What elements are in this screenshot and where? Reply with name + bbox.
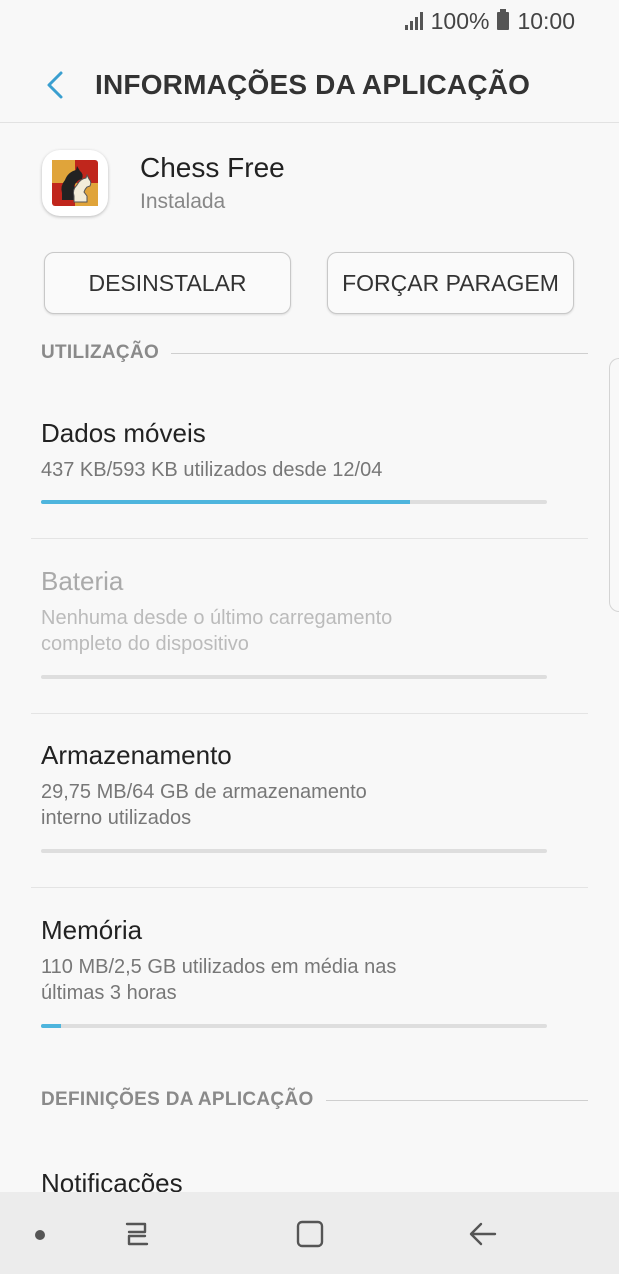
uninstall-button[interactable]: DESINSTALAR bbox=[44, 252, 291, 314]
memory-title: Memória bbox=[41, 915, 143, 945]
storage-summary: 29,75 MB/64 GB de armazenamento interno … bbox=[41, 779, 547, 831]
app-header: Chess Free Instalada bbox=[42, 148, 619, 218]
battery-summary: Nenhuma desde o último carregamento comp… bbox=[41, 605, 547, 657]
storage-progress-bar bbox=[41, 849, 547, 853]
back-nav-button[interactable] bbox=[463, 1214, 503, 1254]
nav-hide-dot-icon[interactable] bbox=[35, 1230, 45, 1240]
app-settings-section-header: DEFINIÇÕES DA APLICAÇÃO bbox=[41, 1089, 588, 1111]
home-button[interactable] bbox=[290, 1214, 330, 1254]
memory-progress-bar bbox=[41, 1024, 547, 1028]
recent-apps-icon bbox=[125, 1222, 149, 1246]
storage-title: Armazenamento bbox=[41, 740, 232, 770]
force-stop-button[interactable]: FORÇAR PARAGEM bbox=[327, 252, 574, 314]
storage-item[interactable]: Armazenamento 29,75 MB/64 GB de armazena… bbox=[41, 740, 547, 831]
divider bbox=[31, 713, 588, 714]
divider bbox=[31, 887, 588, 888]
signal-icon bbox=[404, 12, 423, 30]
app-install-status: Instalada bbox=[140, 190, 226, 213]
storage-summary-line-1: 29,75 MB/64 GB de armazenamento bbox=[41, 781, 367, 803]
divider bbox=[31, 538, 588, 539]
scroll-indicator[interactable] bbox=[609, 358, 619, 612]
usage-section-label: UTILIZAÇÃO bbox=[41, 342, 160, 363]
app-bar: INFORMAÇÕES DA APLICAÇÃO bbox=[0, 48, 619, 123]
recent-apps-button[interactable] bbox=[117, 1214, 157, 1254]
back-arrow-icon bbox=[469, 1222, 497, 1246]
chevron-left-icon bbox=[47, 71, 63, 99]
mobile-data-progress-bar bbox=[41, 500, 547, 504]
storage-summary-line-2: interno utilizados bbox=[41, 807, 192, 829]
mobile-data-progress-fill bbox=[41, 500, 411, 504]
app-settings-section-label: DEFINIÇÕES DA APLICAÇÃO bbox=[41, 1089, 314, 1110]
app-name: Chess Free bbox=[140, 152, 285, 183]
clock: 10:00 bbox=[517, 7, 575, 34]
memory-progress-fill bbox=[41, 1024, 62, 1028]
memory-item[interactable]: Memória 110 MB/2,5 GB utilizados em médi… bbox=[41, 915, 547, 1006]
usage-section-header: UTILIZAÇÃO bbox=[41, 342, 588, 364]
battery-summary-line-1: Nenhuma desde o último carregamento bbox=[41, 607, 393, 629]
battery-progress-bar bbox=[41, 675, 547, 679]
back-button[interactable] bbox=[25, 55, 85, 115]
chess-app-icon bbox=[42, 150, 108, 216]
mobile-data-title: Dados móveis bbox=[41, 418, 206, 448]
section-divider-line bbox=[171, 352, 588, 354]
memory-summary: 110 MB/2,5 GB utilizados em média nas úl… bbox=[41, 954, 547, 1006]
page-title: INFORMAÇÕES DA APLICAÇÃO bbox=[95, 69, 531, 100]
battery-icon bbox=[497, 9, 510, 30]
home-icon bbox=[296, 1220, 324, 1248]
memory-summary-line-1: 110 MB/2,5 GB utilizados em média nas bbox=[41, 956, 397, 978]
mobile-data-summary: 437 KB/593 KB utilizados desde 12/04 bbox=[41, 459, 383, 481]
memory-summary-line-2: últimas 3 horas bbox=[41, 982, 177, 1004]
mobile-data-item[interactable]: Dados móveis 437 KB/593 KB utilizados de… bbox=[41, 418, 547, 483]
battery-percentage: 100% bbox=[430, 7, 490, 34]
navigation-bar bbox=[0, 1192, 619, 1274]
battery-title: Bateria bbox=[41, 566, 124, 596]
section-divider-line bbox=[325, 1099, 588, 1101]
status-bar: 100% 10:00 bbox=[0, 0, 619, 42]
battery-item: Bateria Nenhuma desde o último carregame… bbox=[41, 566, 547, 657]
battery-summary-line-2: completo do dispositivo bbox=[41, 633, 249, 655]
